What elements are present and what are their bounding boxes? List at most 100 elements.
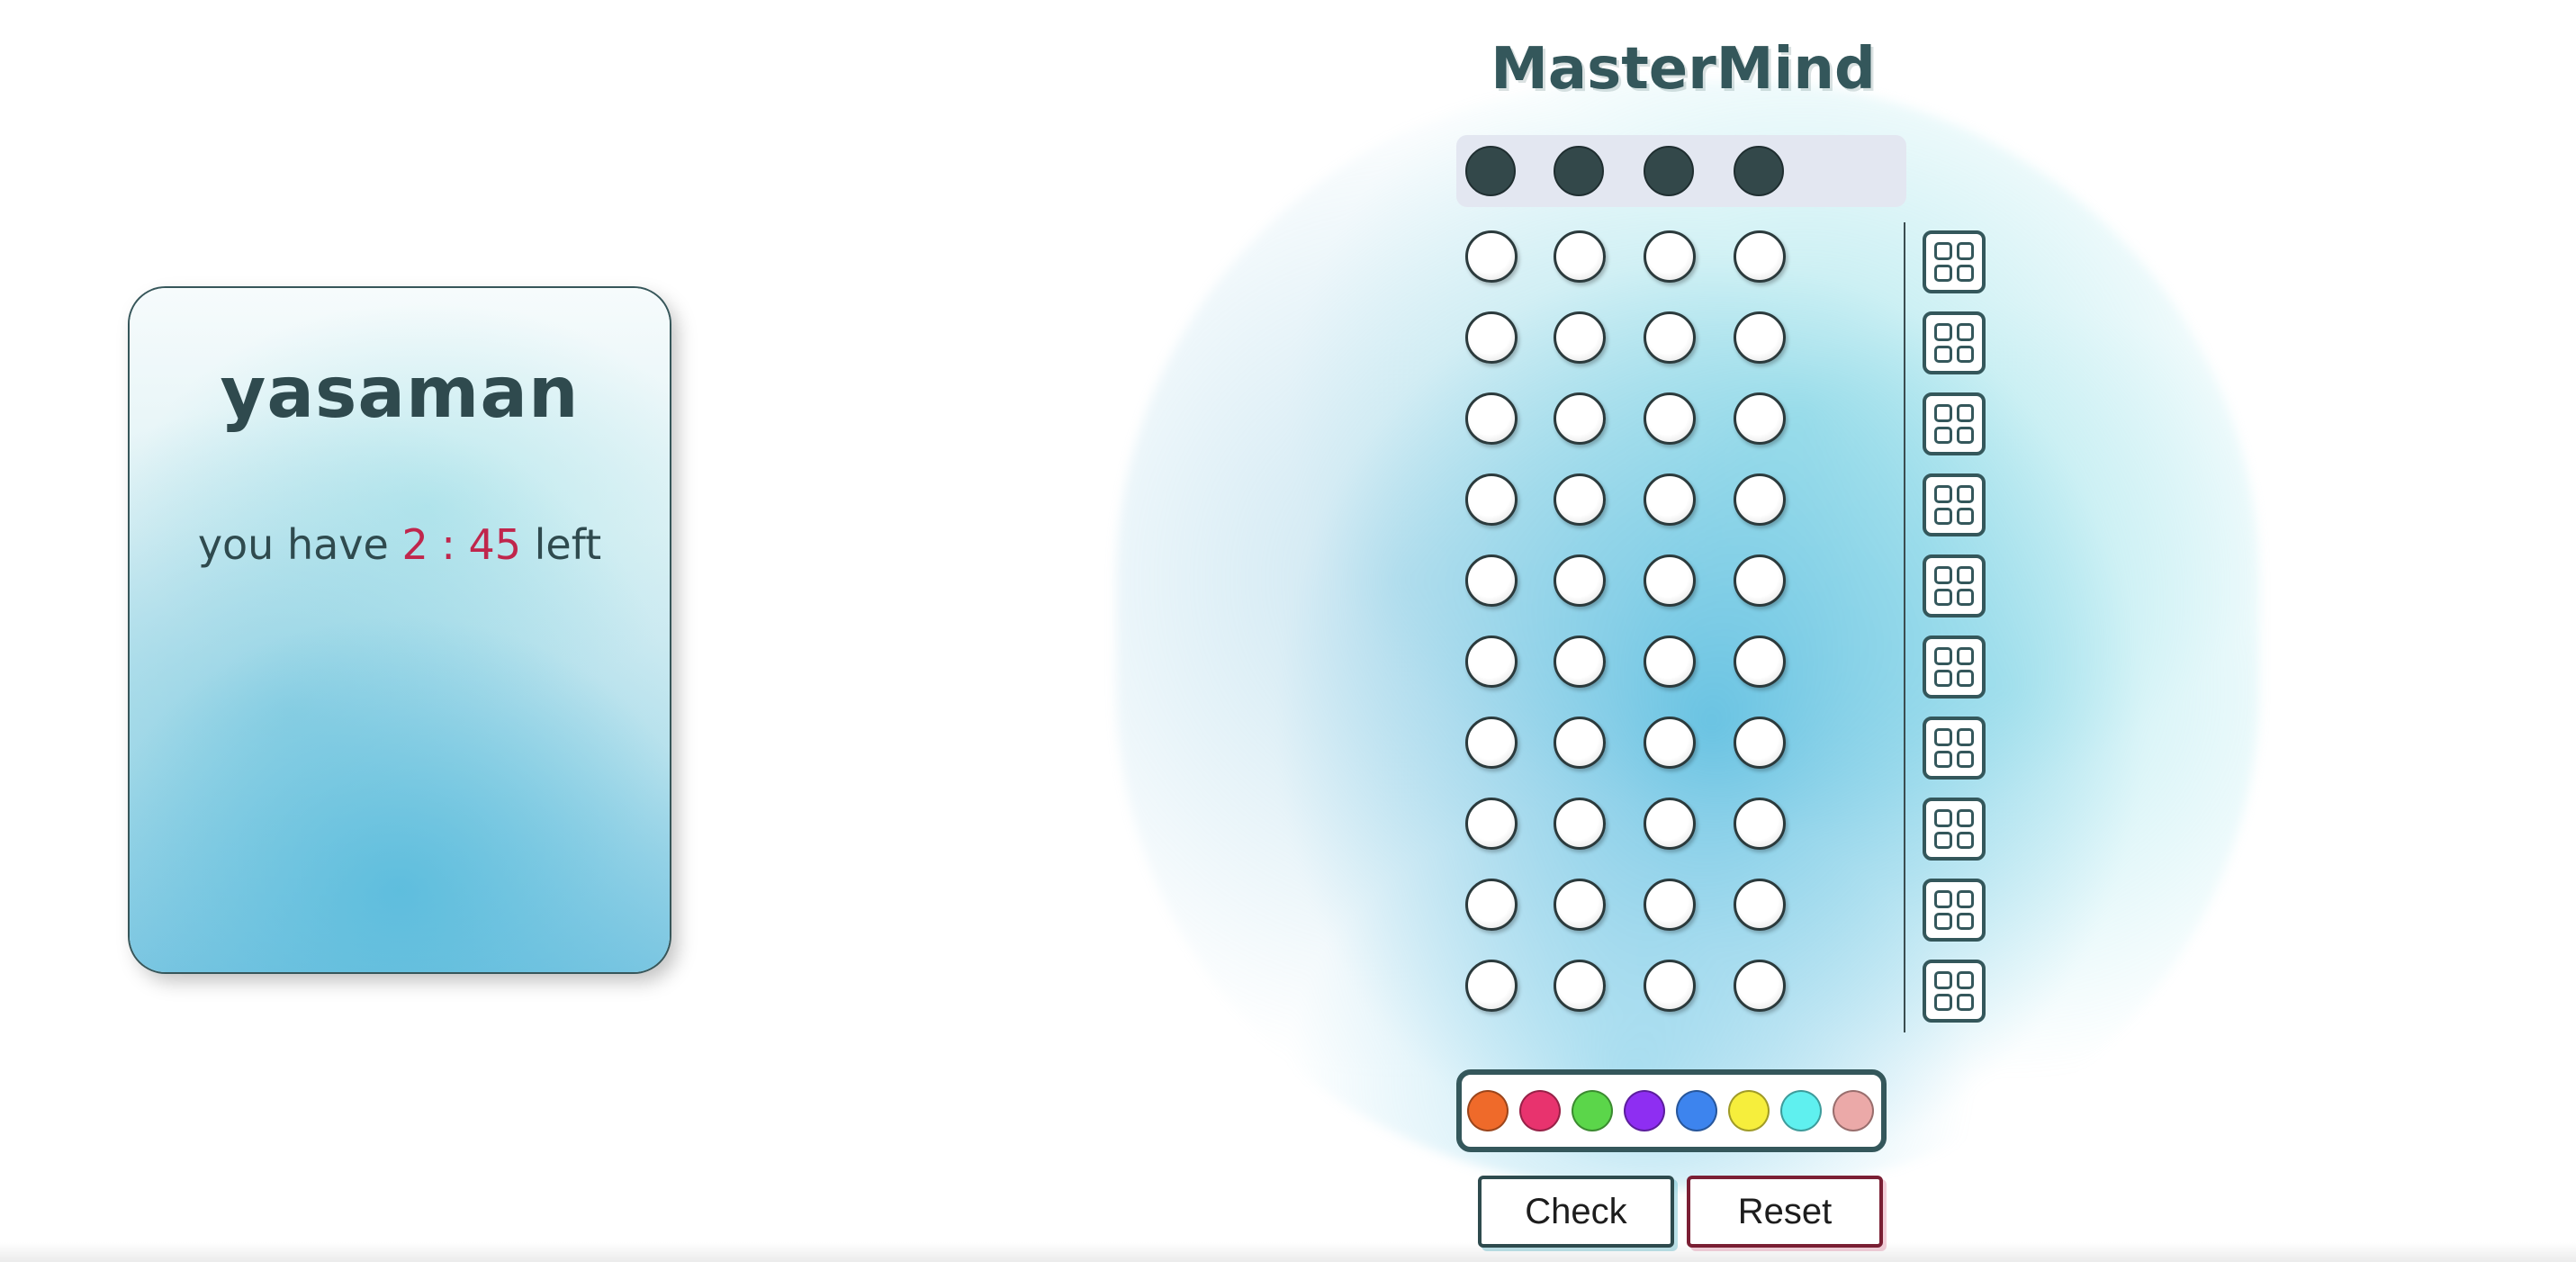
guess-peg-slot[interactable] xyxy=(1554,636,1606,688)
guess-peg-slot[interactable] xyxy=(1465,960,1518,1012)
hint-peg xyxy=(1934,588,1952,606)
guess-peg-slot[interactable] xyxy=(1554,230,1606,283)
hint-peg xyxy=(1934,426,1952,444)
hint-peg xyxy=(1956,242,1974,260)
guess-peg-slot[interactable] xyxy=(1644,392,1696,445)
hint-peg xyxy=(1934,566,1952,584)
guess-peg-slot[interactable] xyxy=(1734,960,1786,1012)
guess-peg-slot[interactable] xyxy=(1644,879,1696,931)
guess-peg-slot[interactable] xyxy=(1644,311,1696,364)
hint-pegs-box xyxy=(1923,636,1986,699)
hint-peg xyxy=(1934,669,1952,687)
hint-pegs-box xyxy=(1923,798,1986,861)
guess-peg-slot[interactable] xyxy=(1734,473,1786,526)
guess-peg-slot[interactable] xyxy=(1465,879,1518,931)
hint-peg xyxy=(1934,323,1952,341)
hint-peg xyxy=(1956,566,1974,584)
guess-peg-slot[interactable] xyxy=(1734,554,1786,607)
guess-peg-slot[interactable] xyxy=(1644,636,1696,688)
hint-peg xyxy=(1956,912,1974,930)
hint-peg xyxy=(1956,404,1974,422)
guess-peg-slot[interactable] xyxy=(1554,473,1606,526)
hint-peg xyxy=(1956,993,1974,1011)
hint-peg xyxy=(1934,264,1952,282)
hint-peg xyxy=(1956,890,1974,908)
guess-peg-slot[interactable] xyxy=(1465,636,1518,688)
color-palette xyxy=(1456,1069,1887,1152)
hint-peg xyxy=(1956,669,1974,687)
guess-peg-slot[interactable] xyxy=(1465,230,1518,283)
palette-color-orange[interactable] xyxy=(1467,1090,1509,1131)
secret-peg xyxy=(1644,146,1694,196)
hint-peg xyxy=(1956,426,1974,444)
guess-peg-slot[interactable] xyxy=(1554,717,1606,769)
guess-peg-slot[interactable] xyxy=(1644,717,1696,769)
guess-peg-slot[interactable] xyxy=(1734,311,1786,364)
hint-peg xyxy=(1934,404,1952,422)
hint-peg xyxy=(1934,890,1952,908)
palette-color-pink[interactable] xyxy=(1519,1090,1561,1131)
hint-peg xyxy=(1934,971,1952,989)
timer-suffix: left xyxy=(534,520,602,569)
hint-peg xyxy=(1934,507,1952,525)
guess-peg-slot[interactable] xyxy=(1554,960,1606,1012)
palette-color-purple[interactable] xyxy=(1624,1090,1665,1131)
guess-peg-slot[interactable] xyxy=(1554,879,1606,931)
player-name: yasaman xyxy=(220,353,580,434)
hint-peg xyxy=(1956,507,1974,525)
hint-peg xyxy=(1956,647,1974,665)
guess-peg-slot[interactable] xyxy=(1554,554,1606,607)
check-button[interactable]: Check xyxy=(1478,1176,1674,1248)
hint-peg xyxy=(1934,809,1952,827)
hint-peg xyxy=(1956,809,1974,827)
guess-peg-slot[interactable] xyxy=(1554,311,1606,364)
hint-peg xyxy=(1956,485,1974,503)
guess-peg-slot[interactable] xyxy=(1644,230,1696,283)
secret-peg xyxy=(1554,146,1604,196)
guess-peg-slot[interactable] xyxy=(1734,230,1786,283)
palette-color-salmon[interactable] xyxy=(1833,1090,1874,1131)
hint-peg xyxy=(1934,647,1952,665)
guess-peg-slot[interactable] xyxy=(1554,392,1606,445)
secret-code-row xyxy=(1456,135,1906,207)
guess-peg-slot[interactable] xyxy=(1644,798,1696,850)
hint-peg xyxy=(1934,831,1952,849)
guess-peg-slot[interactable] xyxy=(1465,717,1518,769)
hint-pegs-box xyxy=(1923,230,1986,293)
guess-peg-slot[interactable] xyxy=(1465,798,1518,850)
guess-peg-slot[interactable] xyxy=(1465,311,1518,364)
guess-peg-slot[interactable] xyxy=(1734,636,1786,688)
palette-color-blue[interactable] xyxy=(1676,1090,1717,1131)
hint-peg xyxy=(1934,993,1952,1011)
guess-peg-slot[interactable] xyxy=(1465,392,1518,445)
hint-peg xyxy=(1956,971,1974,989)
palette-color-cyan[interactable] xyxy=(1780,1090,1822,1131)
hint-peg xyxy=(1956,831,1974,849)
guess-peg-slot[interactable] xyxy=(1465,554,1518,607)
hint-peg xyxy=(1956,264,1974,282)
hint-peg xyxy=(1956,728,1974,746)
guess-peg-slot[interactable] xyxy=(1644,960,1696,1012)
hint-peg xyxy=(1934,485,1952,503)
guess-peg-slot[interactable] xyxy=(1554,798,1606,850)
palette-color-yellow[interactable] xyxy=(1728,1090,1770,1131)
guess-peg-slot[interactable] xyxy=(1734,717,1786,769)
guess-peg-slot[interactable] xyxy=(1734,879,1786,931)
hint-pegs-box xyxy=(1923,473,1986,536)
hint-peg xyxy=(1934,912,1952,930)
hint-peg xyxy=(1956,588,1974,606)
guess-peg-slot[interactable] xyxy=(1734,392,1786,445)
hint-peg xyxy=(1934,345,1952,363)
guess-peg-slot[interactable] xyxy=(1465,473,1518,526)
hint-pegs-box xyxy=(1923,392,1986,455)
window-bottom-edge xyxy=(0,1242,2576,1262)
guess-peg-slot[interactable] xyxy=(1644,554,1696,607)
timer-seconds: 45 xyxy=(468,520,522,569)
guess-peg-slot[interactable] xyxy=(1734,798,1786,850)
hint-pegs-box xyxy=(1923,311,1986,374)
timer-minutes: 2 xyxy=(401,520,428,569)
palette-color-green[interactable] xyxy=(1572,1090,1613,1131)
hint-pegs-box xyxy=(1923,960,1986,1023)
reset-button[interactable]: Reset xyxy=(1687,1176,1883,1248)
guess-peg-slot[interactable] xyxy=(1644,473,1696,526)
